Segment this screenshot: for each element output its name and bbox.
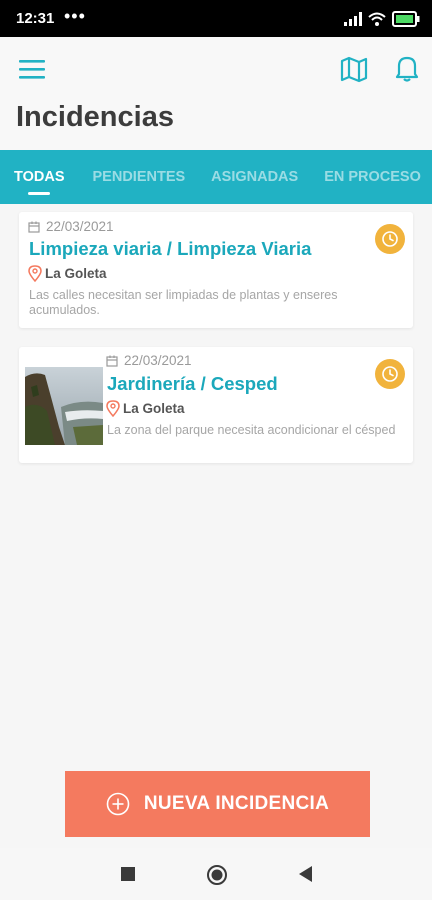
clock-icon [382, 231, 398, 247]
tab-pendientes[interactable]: PENDIENTES [93, 150, 186, 204]
incident-location-text: La Goleta [45, 266, 107, 281]
wifi-icon [368, 12, 386, 26]
incident-card[interactable]: 22/03/2021 Limpieza viaria / Limpieza Vi… [19, 212, 413, 328]
app-header: Incidencias [0, 37, 432, 150]
page-title: Incidencias [16, 101, 174, 133]
calendar-icon [28, 221, 40, 233]
incident-location: La Goleta [28, 265, 107, 282]
incident-date: 22/03/2021 [106, 353, 192, 368]
park-photo-image [25, 367, 103, 445]
incident-title: Limpieza viaria / Limpieza Viaria [29, 238, 312, 259]
tab-asignadas[interactable]: ASIGNADAS [211, 150, 298, 204]
back-triangle-icon[interactable] [299, 866, 313, 882]
status-pending-badge [375, 224, 405, 254]
map-icon[interactable] [340, 55, 368, 83]
system-indicators [344, 9, 420, 29]
status-pending-badge [375, 359, 405, 389]
status-bar: 12:31 ••• [0, 0, 432, 37]
notification-dots: ••• [64, 6, 86, 26]
new-incident-button[interactable]: NUEVA INCIDENCIA [65, 771, 370, 837]
incident-description: La zona del parque necesita acondicionar… [107, 423, 396, 437]
clock-icon [382, 366, 398, 382]
incident-date-text: 22/03/2021 [46, 219, 114, 234]
menu-icon[interactable] [18, 57, 46, 81]
incident-card[interactable]: 22/03/2021 Jardinería / Cesped La Goleta… [19, 347, 413, 463]
incident-description: Las calles necesitan ser limpiadas de pl… [29, 288, 338, 317]
bell-icon[interactable] [394, 53, 420, 83]
incident-photo [25, 367, 103, 445]
incident-date-text: 22/03/2021 [124, 353, 192, 368]
recents-square-icon[interactable] [121, 867, 135, 881]
home-circle-icon[interactable] [206, 864, 228, 886]
tab-todas[interactable]: TODAS [14, 150, 65, 204]
location-pin-icon [28, 265, 42, 282]
tab-en-proceso[interactable]: EN PROCESO [324, 150, 421, 204]
status-time: 12:31 [16, 10, 55, 27]
calendar-icon [106, 355, 118, 367]
location-pin-icon [106, 400, 120, 417]
new-incident-label: NUEVA INCIDENCIA [143, 793, 330, 814]
incident-date: 22/03/2021 [28, 219, 114, 234]
tab-bar: TODAS PENDIENTES ASIGNADAS EN PROCESO [0, 150, 432, 204]
incident-location: La Goleta [106, 400, 185, 417]
plus-circle-icon [106, 792, 130, 816]
incident-location-text: La Goleta [123, 401, 185, 416]
system-navigation-bar [0, 848, 432, 900]
battery-icon [392, 11, 420, 27]
signal-icon [344, 12, 362, 26]
incident-title: Jardinería / Cesped [107, 373, 278, 394]
